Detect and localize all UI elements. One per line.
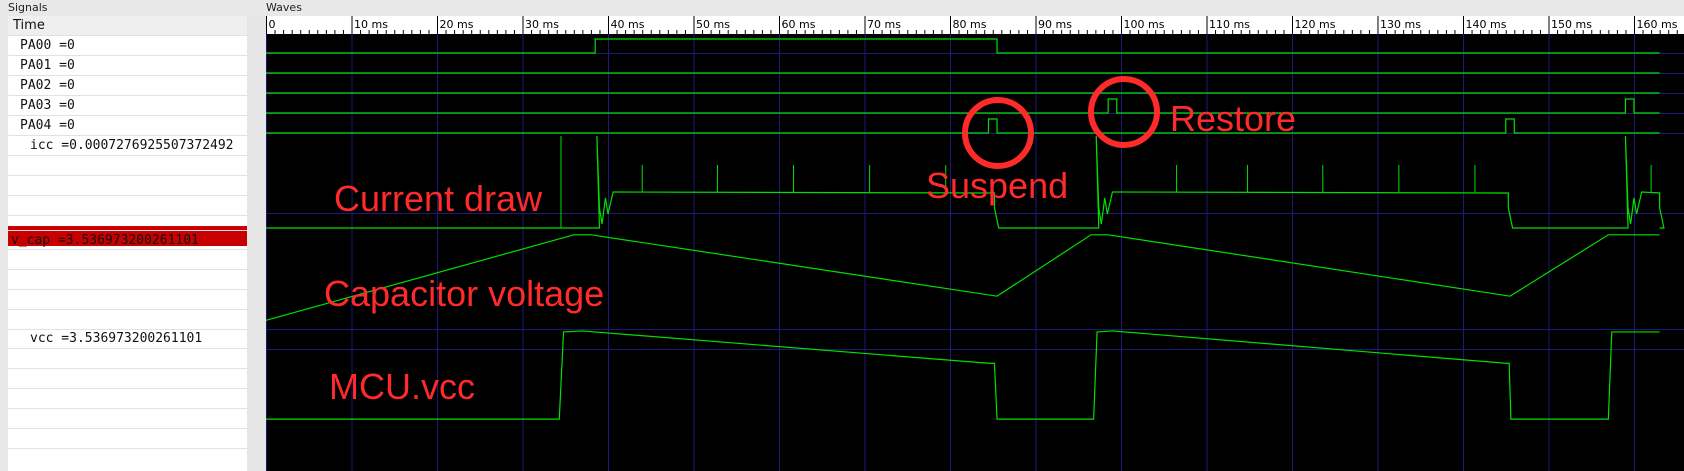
tick-label: 160 ms bbox=[1637, 18, 1678, 31]
annotation-mcu-vcc: MCU.vcc bbox=[329, 366, 475, 407]
tick-label: 90 ms bbox=[1038, 18, 1072, 31]
signal-equals: = bbox=[53, 138, 70, 153]
signal-value: 0 bbox=[66, 98, 75, 113]
signal-name: vcc bbox=[30, 331, 54, 346]
signal-equals: = bbox=[51, 58, 67, 73]
signal-row-spacer bbox=[8, 349, 247, 369]
tick-label: 10 ms bbox=[354, 18, 388, 31]
signal-name: PA00 bbox=[20, 38, 52, 53]
signal-value: 0 bbox=[66, 78, 75, 93]
signal-name: v_cap bbox=[11, 233, 51, 248]
signal-value: 0 bbox=[66, 58, 75, 73]
waveform-pa03 bbox=[266, 98, 1660, 114]
pane-splitter[interactable] bbox=[247, 16, 266, 471]
signal-equals: = bbox=[51, 118, 67, 133]
tick-label: 30 ms bbox=[525, 18, 559, 31]
signal-name: PA02 bbox=[20, 78, 52, 93]
signal-equals: = bbox=[51, 38, 67, 53]
signal-row-spacer bbox=[8, 429, 247, 449]
waveform-vcc bbox=[266, 330, 1660, 420]
waveform-pa00 bbox=[266, 38, 1660, 54]
signal-row-spacer bbox=[8, 156, 247, 176]
tick-label: 20 ms bbox=[440, 18, 474, 31]
signal-value: 3.536973200261101 bbox=[65, 233, 199, 248]
waveforms bbox=[266, 38, 1665, 420]
tick-label: 150 ms bbox=[1551, 18, 1592, 31]
annotation-current-draw: Current draw bbox=[334, 178, 543, 219]
signals-pane: Time PA00 =0 PA01 =0 PA02 =0 PA03 =0 PA0… bbox=[8, 16, 247, 471]
signal-row-pa02[interactable]: PA02 =0 bbox=[8, 76, 247, 96]
waveform-canvas[interactable]: 0 10 ms 20 ms 30 ms 40 ms 50 ms 60 ms 70 ms 80 m… bbox=[266, 16, 1684, 471]
signal-row-spacer bbox=[8, 176, 247, 196]
signal-value: 0 bbox=[66, 38, 75, 53]
restore-highlight-circle bbox=[1088, 76, 1160, 148]
waves-pane-title: Waves bbox=[266, 1, 302, 14]
time-header-label: Time bbox=[13, 18, 45, 33]
tick-label: 100 ms bbox=[1124, 18, 1165, 31]
signal-name: PA04 bbox=[20, 118, 52, 133]
signal-equals: = bbox=[50, 233, 66, 248]
signals-pane-title: Signals bbox=[8, 1, 48, 14]
tick-label: 50 ms bbox=[696, 18, 730, 31]
signal-row-pa04[interactable]: PA04 =0 bbox=[8, 116, 247, 136]
annotation-suspend: Suspend bbox=[926, 165, 1069, 206]
tick-label: 60 ms bbox=[782, 18, 816, 31]
signal-row-spacer bbox=[8, 270, 247, 290]
signal-equals: = bbox=[51, 78, 67, 93]
annotation-restore: Restore bbox=[1170, 98, 1297, 139]
tick-label: 0 bbox=[269, 18, 276, 31]
signal-row-spacer bbox=[8, 389, 247, 409]
tick-label: 40 ms bbox=[611, 18, 645, 31]
signal-equals: = bbox=[53, 331, 70, 346]
signal-value: 3.536973200261101 bbox=[69, 331, 203, 346]
tick-label: 140 ms bbox=[1466, 18, 1507, 31]
signal-name: icc bbox=[30, 138, 54, 153]
signal-name: PA01 bbox=[20, 58, 52, 73]
signal-row-spacer bbox=[8, 409, 247, 429]
tick-label: 130 ms bbox=[1380, 18, 1421, 31]
grid-lines bbox=[266, 34, 1684, 471]
signal-row-v-cap[interactable]: v_cap =3.536973200261101 bbox=[8, 230, 247, 250]
signal-row-pa01[interactable]: PA01 =0 bbox=[8, 56, 247, 76]
signal-row-pa03[interactable]: PA03 =0 bbox=[8, 96, 247, 116]
tick-label: 110 ms bbox=[1209, 18, 1250, 31]
tick-label: 120 ms bbox=[1295, 18, 1336, 31]
signal-row-icc[interactable]: icc =0.0007276925507372492 bbox=[8, 136, 247, 156]
signal-row-spacer bbox=[8, 250, 247, 270]
signal-equals: = bbox=[51, 98, 67, 113]
signal-row-spacer bbox=[8, 196, 247, 216]
signal-row-spacer bbox=[8, 290, 247, 310]
annotation-capacitor-voltage: Capacitor voltage bbox=[324, 273, 605, 314]
time-header[interactable]: Time bbox=[8, 16, 247, 36]
signal-value: 0 bbox=[66, 118, 75, 133]
signal-name: PA03 bbox=[20, 98, 52, 113]
signal-row-vcc[interactable]: vcc =3.536973200261101 bbox=[8, 329, 247, 349]
signal-row-spacer bbox=[8, 310, 247, 330]
waves-pane[interactable]: 0 10 ms 20 ms 30 ms 40 ms 50 ms 60 ms 70 ms 80 m… bbox=[266, 16, 1684, 471]
signal-row-spacer bbox=[8, 369, 247, 389]
signal-value: 0.0007276925507372492 bbox=[69, 138, 234, 153]
tick-label: 80 ms bbox=[953, 18, 987, 31]
signal-row-pa00[interactable]: PA00 =0 bbox=[8, 36, 247, 56]
tick-label: 70 ms bbox=[867, 18, 901, 31]
